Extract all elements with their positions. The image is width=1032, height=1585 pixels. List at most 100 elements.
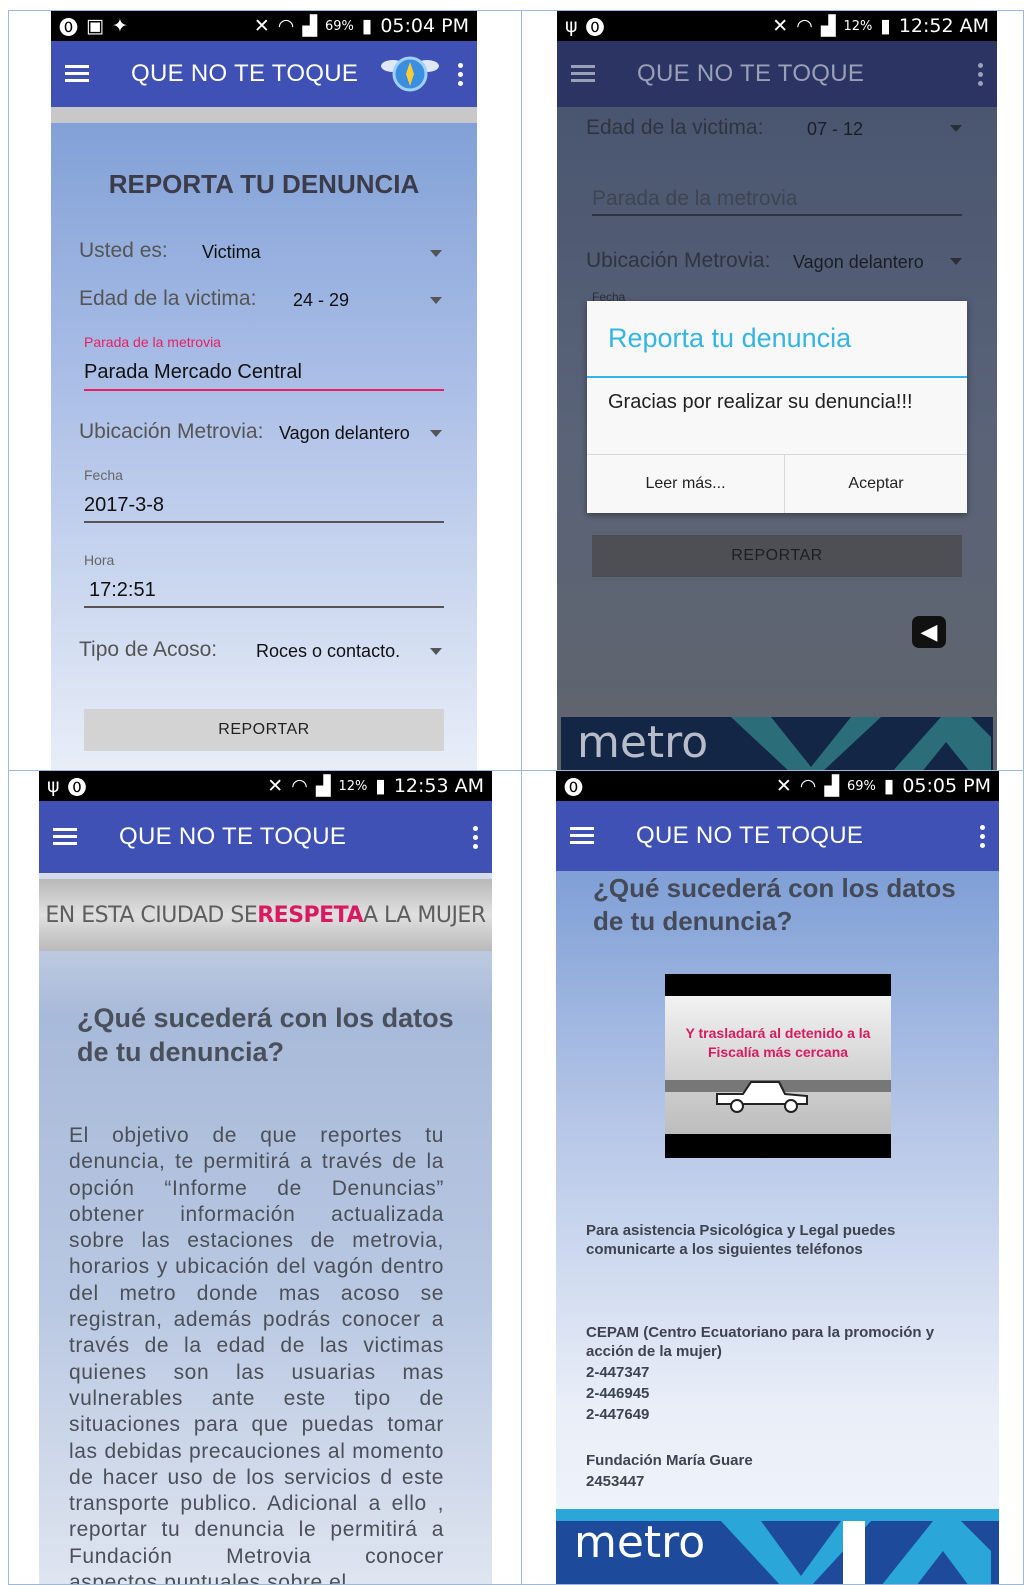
- reportar-button[interactable]: REPORTAR: [84, 709, 444, 751]
- status-bar: ⓿ ▣ ✦ ✕ ◠ ▟ 69% ▮ 05:04 PM: [51, 11, 477, 41]
- cepam-phone-3[interactable]: 2-447649: [586, 1406, 649, 1423]
- signal-icon: ▟: [824, 775, 839, 797]
- clock: 12:52 AM: [898, 15, 989, 37]
- banner-text-part2: A LA MUJER: [363, 902, 486, 928]
- fecha-input[interactable]: 2017-3-8: [84, 494, 164, 517]
- metro-logo-text: metro: [574, 1517, 706, 1568]
- battery-level: 69%: [846, 778, 876, 794]
- battery-level: 12%: [843, 18, 873, 34]
- tipo-acoso-dropdown[interactable]: Roces o contacto.: [256, 641, 400, 662]
- menu-icon[interactable]: [53, 828, 77, 846]
- wifi-icon: ◠: [796, 15, 813, 37]
- usb-icon: ψ: [565, 15, 578, 37]
- info-body: El objetivo de que reportes tu denuncia,…: [69, 1124, 444, 1585]
- cepam-phone-1[interactable]: 2-447347: [586, 1364, 649, 1381]
- edad-dropdown[interactable]: 24 - 29: [293, 290, 349, 311]
- screenshot-panel-2: ψ⓿ ✕ ◠ ▟ 12% ▮ 12:52 AM QUE NO TE TOQUE Edad …: [521, 10, 1024, 772]
- overflow-menu-icon[interactable]: [472, 825, 478, 849]
- overflow-menu-icon[interactable]: [979, 824, 985, 848]
- hora-underline: [84, 606, 444, 608]
- chevron-down-icon[interactable]: [430, 297, 442, 304]
- dialog-title: Reporta tu denuncia: [608, 323, 852, 353]
- screenshot-panel-1: ⓿ ▣ ✦ ✕ ◠ ▟ 69% ▮ 05:04 PM QUE NO TE TOQUE REPO…: [8, 10, 523, 772]
- clock: 05:04 PM: [380, 15, 469, 37]
- battery-icon: ▮: [375, 775, 386, 797]
- app-bar: QUE NO TE TOQUE: [556, 801, 999, 871]
- overflow-menu-icon[interactable]: [977, 62, 983, 86]
- bird-icon: ✦: [111, 15, 128, 37]
- fecha-label: Fecha: [84, 467, 123, 483]
- fundacion-name: Fundación María Guare: [586, 1452, 753, 1469]
- battery-icon: ▮: [361, 15, 373, 37]
- banner-text-highlight: RESPETA: [257, 902, 364, 928]
- aceptar-button[interactable]: Aceptar: [785, 455, 967, 513]
- signal-icon: ▟: [302, 15, 317, 37]
- edad-label: Edad de la victima:: [586, 116, 764, 139]
- parada-input[interactable]: Parada Mercado Central: [84, 361, 302, 384]
- screenshot-panel-3: ψ⓿ ✕ ◠ ▟ 12% ▮ 12:53 AM QUE NO TE TOQUE EN ES…: [8, 770, 523, 1585]
- back-arrow-icon[interactable]: ◀: [912, 616, 946, 648]
- video-thumbnail[interactable]: Y trasladará al detenido a la Fiscalía m…: [665, 974, 891, 1158]
- form-heading: REPORTA TU DENUNCIA: [108, 169, 420, 199]
- signal-icon: ▟: [315, 775, 331, 797]
- wifi-icon: ◠: [291, 775, 308, 797]
- phone-screen-1: ⓿ ▣ ✦ ✕ ◠ ▟ 69% ▮ 05:04 PM QUE NO TE TOQUE REPO…: [51, 11, 477, 771]
- respeta-banner: EN ESTA CIUDAD SE RESPETA A LA MUJER: [39, 879, 492, 951]
- ubicacion-dropdown[interactable]: Vagon delantero: [793, 252, 924, 273]
- battery-level: 12%: [338, 778, 368, 794]
- image-icon: ▣: [86, 15, 104, 37]
- parada-label: Parada de la metrovia: [84, 334, 221, 350]
- overflow-menu-icon[interactable]: [457, 62, 463, 86]
- dialog-message: Gracias por realizar su denuncia!!!: [608, 391, 913, 413]
- hora-label: Hora: [84, 552, 115, 568]
- menu-icon[interactable]: [65, 65, 89, 83]
- ubicacion-label: Ubicación Metrovia:: [79, 420, 264, 443]
- shield-icon: ⓿: [564, 776, 584, 799]
- chevron-down-icon[interactable]: [430, 430, 442, 437]
- truck-icon: [716, 1081, 808, 1113]
- chevron-down-icon[interactable]: [430, 648, 442, 655]
- chevron-down-icon[interactable]: [430, 250, 442, 257]
- info-heading: ¿Qué sucederá con los datos de tu denunc…: [77, 1003, 454, 1067]
- battery-level: 69%: [324, 18, 354, 34]
- chevron-down-icon[interactable]: [950, 125, 962, 132]
- hora-input[interactable]: 17:2:51: [89, 579, 156, 602]
- metrovia-logo-icon: [731, 717, 991, 771]
- form-area: REPORTA TU DENUNCIA Usted es: Victima Ed…: [51, 107, 477, 771]
- report-dialog: Reporta tu denuncia Gracias por realizar…: [587, 301, 967, 513]
- app-bar: QUE NO TE TOQUE: [557, 41, 997, 107]
- status-bar: ψ⓿ ✕ ◠ ▟ 12% ▮ 12:53 AM: [39, 771, 492, 801]
- menu-icon[interactable]: [571, 65, 595, 83]
- chevron-down-icon[interactable]: [950, 258, 962, 265]
- metrovia-banner: metro: [561, 717, 993, 771]
- app-title: QUE NO TE TOQUE: [119, 823, 347, 850]
- leer-mas-button[interactable]: Leer más...: [587, 455, 784, 513]
- parada-underline: [84, 389, 444, 391]
- parada-underline: [592, 214, 962, 216]
- edad-label: Edad de la victima:: [79, 287, 257, 310]
- app-title: QUE NO TE TOQUE: [636, 822, 864, 849]
- reportar-button[interactable]: REPORTAR: [592, 535, 962, 577]
- compass-logo-icon: [381, 56, 439, 92]
- edad-dropdown[interactable]: 07 - 12: [807, 119, 863, 140]
- shield-icon: ⓿: [59, 16, 79, 39]
- app-bar: QUE NO TE TOQUE: [51, 41, 477, 107]
- battery-icon: ▮: [883, 775, 895, 797]
- phone-screen-4: ⓿ ✕ ◠ ▟ 69% ▮ 05:05 PM QUE NO TE TOQUE ¿Qué s…: [556, 771, 999, 1584]
- clock: 12:53 AM: [393, 775, 484, 797]
- usted-es-dropdown[interactable]: Victima: [202, 242, 261, 263]
- video-caption: Y trasladará al detenido a la Fiscalía m…: [685, 1025, 871, 1060]
- parada-input[interactable]: Parada de la metrovia: [592, 187, 797, 211]
- shield-icon: ⓿: [67, 776, 87, 799]
- menu-icon[interactable]: [570, 827, 594, 845]
- fundacion-phone[interactable]: 2453447: [586, 1473, 644, 1490]
- mute-icon: ✕: [775, 775, 792, 797]
- wifi-icon: ◠: [799, 775, 817, 797]
- mute-icon: ✕: [267, 775, 284, 797]
- info-heading: ¿Qué sucederá con los datos de tu denunc…: [593, 873, 956, 936]
- cepam-phone-2[interactable]: 2-446945: [586, 1385, 649, 1402]
- status-bar: ψ⓿ ✕ ◠ ▟ 12% ▮ 12:52 AM: [557, 11, 997, 41]
- metro-logo-text: metro: [577, 717, 709, 768]
- info-area: ¿Qué sucederá con los datos de tu denunc…: [556, 871, 999, 1584]
- ubicacion-dropdown[interactable]: Vagon delantero: [279, 423, 410, 444]
